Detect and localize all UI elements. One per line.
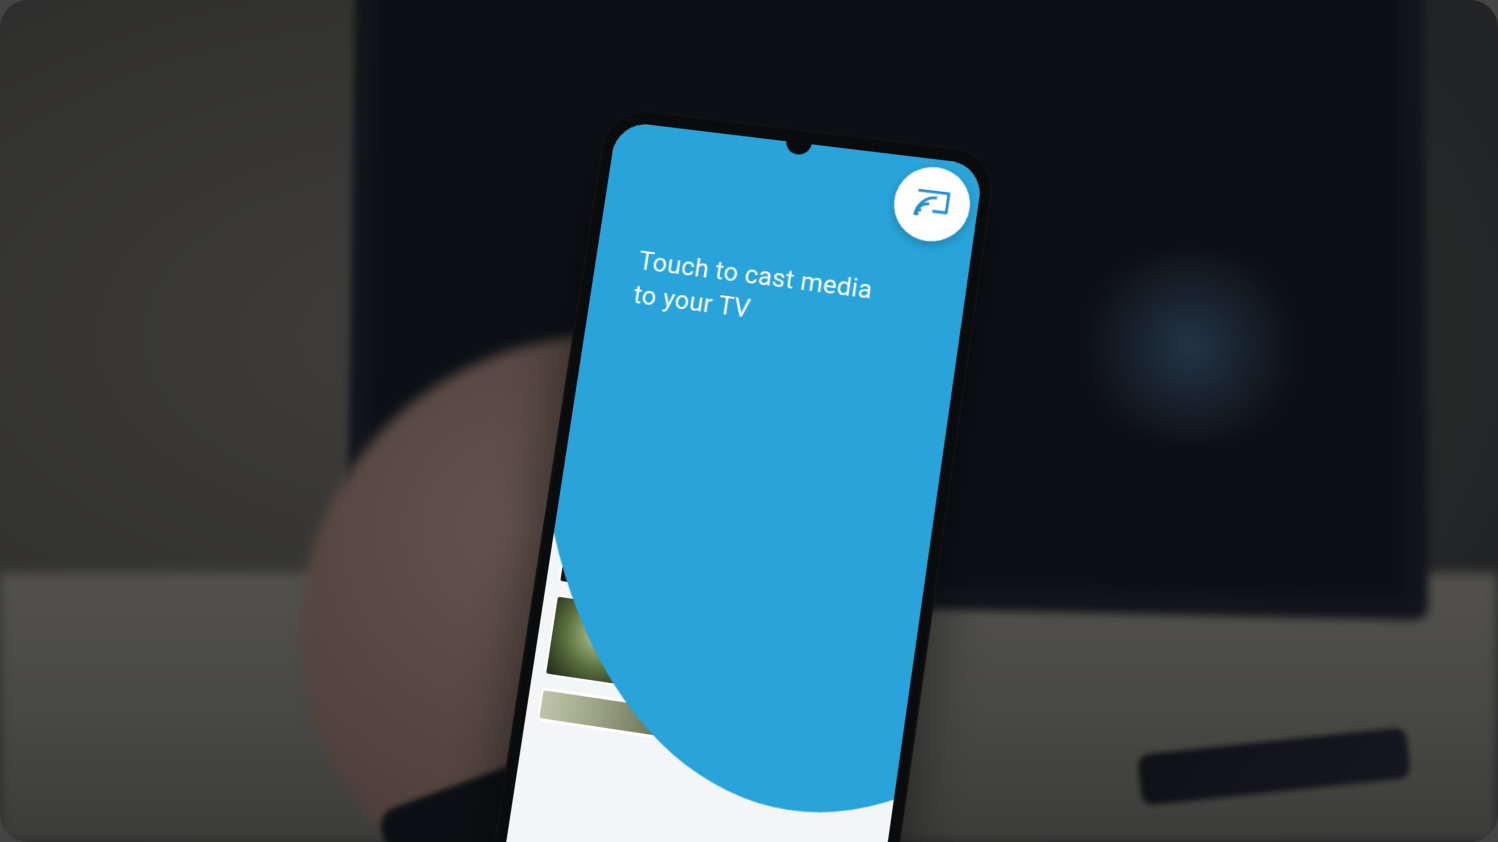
video-thumbnail <box>540 690 662 735</box>
more-icon[interactable] <box>861 660 895 704</box>
video-thumbnail <box>546 597 675 691</box>
coach-text-line2: to your TV <box>632 280 753 324</box>
video-title: For Bigger Blazes <box>709 456 878 502</box>
cast-button[interactable] <box>889 163 975 246</box>
coach-text-line1: Touch to cast media <box>637 247 875 306</box>
tv-glow <box>1067 253 1315 443</box>
video-thumbnail <box>561 504 690 597</box>
photo-scene: For Bigger Blazes Sintel BlenderFoundati… <box>0 0 1498 842</box>
more-icon[interactable] <box>888 474 922 517</box>
video-subtitle <box>709 481 875 504</box>
cast-icon <box>913 188 951 219</box>
more-icon[interactable] <box>874 567 908 611</box>
video-thumbnail <box>575 413 703 505</box>
video-list[interactable]: For Bigger Blazes Sintel BlenderFoundati… <box>492 409 942 842</box>
coach-text: Touch to cast media to your TV <box>631 245 887 345</box>
